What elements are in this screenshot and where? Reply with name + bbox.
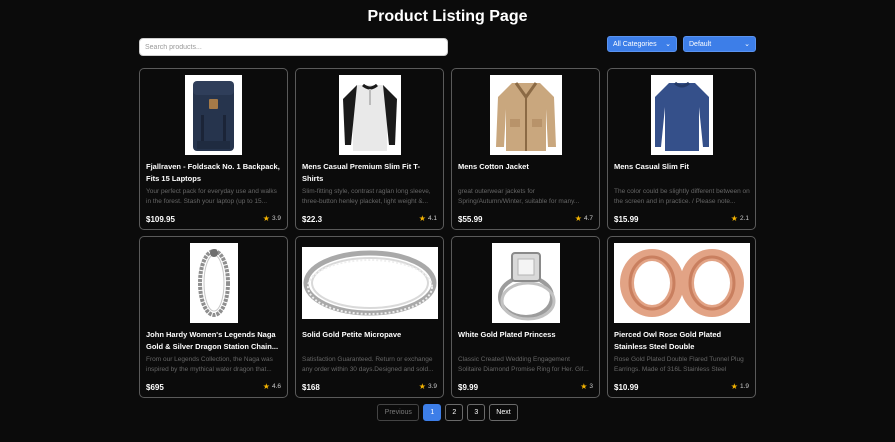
product-title: Mens Cotton Jacket <box>458 162 529 171</box>
page-button-2[interactable]: 2 <box>445 404 464 421</box>
sort-select[interactable]: Default ⌄ <box>683 36 756 52</box>
sort-select-value: Default <box>689 40 712 48</box>
rating-value: 2.1 <box>739 215 749 222</box>
silver-ring-image <box>301 247 438 319</box>
pagination: Previous 1 2 3 Next <box>0 404 895 421</box>
star-icon: ★ <box>574 214 582 223</box>
product-image-wrap <box>452 75 599 155</box>
star-icon: ★ <box>418 382 426 391</box>
rose-gold-plugs-image <box>613 243 750 323</box>
category-select-value: All Categories <box>613 40 657 48</box>
rating-value: 4.7 <box>583 215 593 222</box>
star-icon: ★ <box>580 382 588 391</box>
product-description: great outerwear jackets for Spring/Autum… <box>458 188 580 205</box>
product-image-wrap <box>140 75 287 155</box>
product-rating: ★ 4.6 <box>263 382 281 391</box>
page-button-3[interactable]: 3 <box>467 404 486 421</box>
product-price: $10.99 <box>614 383 639 392</box>
product-image-wrap <box>608 243 755 323</box>
product-price: $15.99 <box>614 215 639 224</box>
henley-shirt-image <box>338 75 401 155</box>
page-button-1[interactable]: 1 <box>423 404 442 421</box>
product-image-wrap <box>296 243 443 323</box>
product-description: Satisfaction Guaranteed. Return or excha… <box>302 356 434 373</box>
product-description: Your perfect pack for everyday use and w… <box>146 188 277 205</box>
product-rating: ★ 1.9 <box>731 382 749 391</box>
star-icon: ★ <box>730 382 738 391</box>
product-description: Rose Gold Plated Double Flared Tunnel Pl… <box>614 356 744 373</box>
search-input[interactable] <box>139 38 448 56</box>
product-rating: ★ 4.1 <box>419 214 437 223</box>
star-icon: ★ <box>730 214 738 223</box>
product-card[interactable]: White Gold Plated Princess Classic Creat… <box>451 236 600 398</box>
product-rating: ★ 3.9 <box>419 382 437 391</box>
product-price: $695 <box>146 383 164 392</box>
product-title: Pierced Owl Rose Gold Plated Stainless S… <box>614 330 722 351</box>
product-image-wrap <box>140 243 287 323</box>
rating-value: 3.9 <box>427 383 437 390</box>
product-card[interactable]: Pierced Owl Rose Gold Plated Stainless S… <box>607 236 756 398</box>
product-description: Slim-fitting style, contrast raglan long… <box>302 188 431 205</box>
product-rating: ★ 3 <box>580 382 593 391</box>
product-card[interactable]: Mens Casual Premium Slim Fit T-Shirts Sl… <box>295 68 444 230</box>
chevron-down-icon: ⌄ <box>665 41 671 48</box>
product-card[interactable]: Mens Cotton Jacket great outerwear jacke… <box>451 68 600 230</box>
rating-value: 3.9 <box>271 215 281 222</box>
product-rating: ★ 2.1 <box>731 214 749 223</box>
product-description: Classic Created Wedding Engagement Solit… <box>458 356 589 373</box>
product-image-wrap <box>608 75 755 155</box>
product-card[interactable]: Mens Casual Slim Fit The color could be … <box>607 68 756 230</box>
chevron-down-icon: ⌄ <box>744 41 750 48</box>
long-sleeve-shirt-image <box>650 75 713 155</box>
bracelet-image <box>189 243 238 323</box>
product-card[interactable]: Solid Gold Petite Micropave Satisfaction… <box>295 236 444 398</box>
previous-page-button[interactable]: Previous <box>377 404 420 421</box>
engagement-ring-image <box>491 243 560 323</box>
next-page-button[interactable]: Next <box>489 404 518 421</box>
product-image-wrap <box>296 75 443 155</box>
product-title: Fjallraven - Foldsack No. 1 Backpack, Fi… <box>146 162 280 183</box>
product-title: John Hardy Women's Legends Naga Gold & S… <box>146 330 279 351</box>
product-rating: ★ 4.7 <box>575 214 593 223</box>
product-title: Mens Casual Slim Fit <box>614 162 690 171</box>
star-icon: ★ <box>262 382 270 391</box>
rating-value: 3 <box>589 383 593 390</box>
rating-value: 4.1 <box>427 215 437 222</box>
category-select[interactable]: All Categories ⌄ <box>607 36 677 52</box>
product-description: The color could be slightly different be… <box>614 188 750 205</box>
page-title: Product Listing Page <box>367 8 528 25</box>
product-price: $9.99 <box>458 383 479 392</box>
star-icon: ★ <box>418 214 426 223</box>
product-image-wrap <box>452 243 599 323</box>
rating-value: 4.6 <box>271 383 281 390</box>
product-card[interactable]: Fjallraven - Foldsack No. 1 Backpack, Fi… <box>139 68 288 230</box>
backpack-image <box>185 75 242 155</box>
product-card[interactable]: John Hardy Women's Legends Naga Gold & S… <box>139 236 288 398</box>
rating-value: 1.9 <box>739 383 749 390</box>
product-price: $22.3 <box>302 215 323 224</box>
product-price: $55.99 <box>458 215 483 224</box>
cotton-jacket-image <box>489 75 562 155</box>
product-price: $109.95 <box>146 215 175 224</box>
product-price: $168 <box>302 383 320 392</box>
product-title: Mens Casual Premium Slim Fit T-Shirts <box>302 162 420 183</box>
product-title: White Gold Plated Princess <box>458 330 556 339</box>
product-description: From our Legends Collection, the Naga wa… <box>146 356 273 373</box>
product-title: Solid Gold Petite Micropave <box>302 330 402 339</box>
product-rating: ★ 3.9 <box>263 214 281 223</box>
star-icon: ★ <box>262 214 270 223</box>
